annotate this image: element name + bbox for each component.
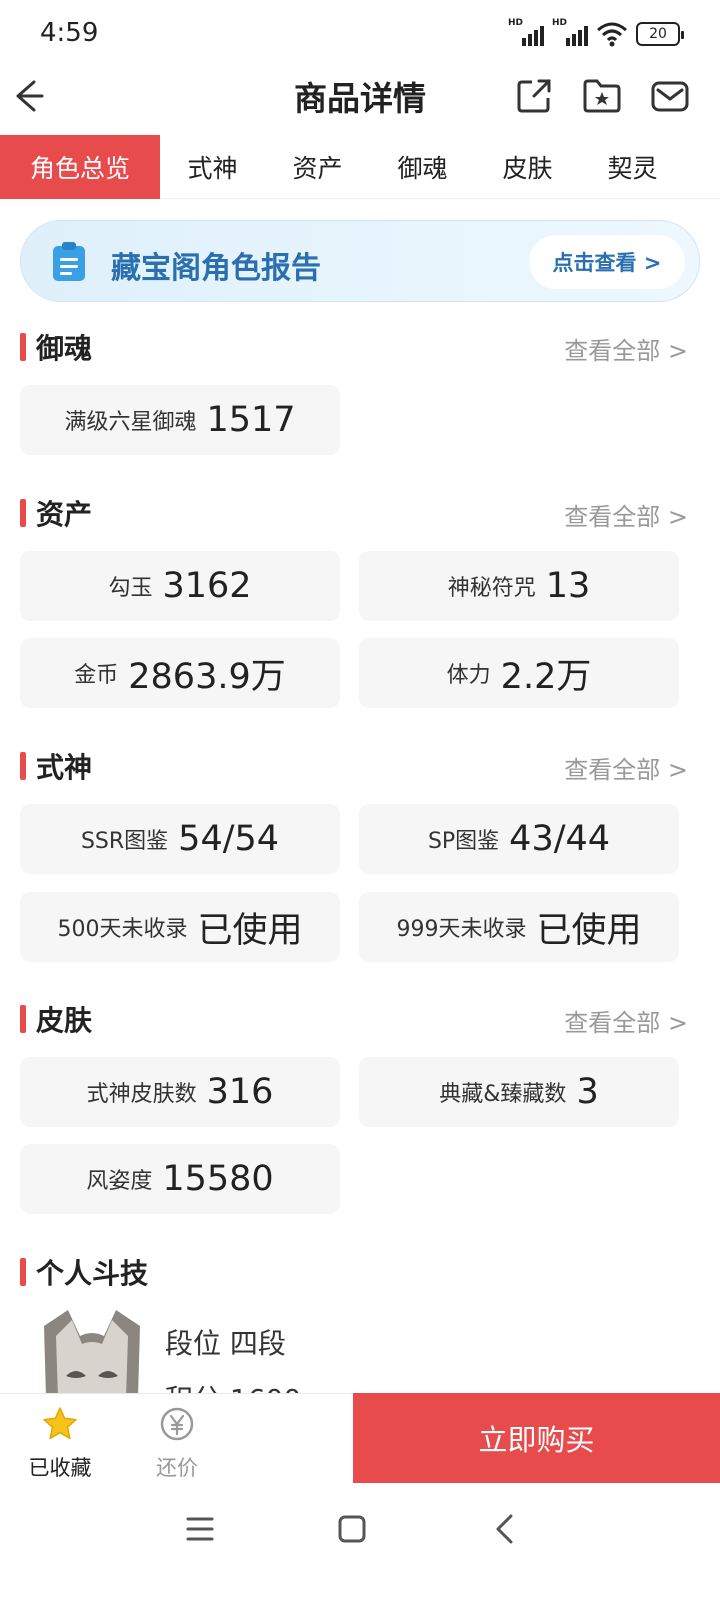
stat-label: 999天未收录 xyxy=(396,917,527,942)
stat-card: SP图鉴 43/44 xyxy=(359,804,679,874)
stat-value: 15580 xyxy=(162,1159,274,1199)
stat-value: 已使用 xyxy=(536,910,642,951)
stat-card: 999天未收录 已使用 xyxy=(359,892,679,962)
view-all-link[interactable]: 查看全部 > xyxy=(564,331,688,366)
stat-value: 2863.9万 xyxy=(128,656,286,697)
yen-icon xyxy=(160,1407,194,1441)
section-title: 式神 xyxy=(36,751,93,784)
section-header-yuhun: 御魂 查看全部 > xyxy=(20,327,700,367)
stat-value: 54/54 xyxy=(178,819,280,859)
tab-overview[interactable]: 角色总览 xyxy=(0,135,160,199)
section-header-skins: 皮肤 查看全部 > xyxy=(20,999,700,1039)
stat-label: 风姿度 xyxy=(86,1169,153,1194)
stat-label: SP图鉴 xyxy=(427,829,500,854)
bargain-label: 还价 xyxy=(156,1456,198,1480)
section-accent-bar xyxy=(20,752,26,780)
section-accent-bar xyxy=(20,499,26,527)
stat-value: 316 xyxy=(206,1072,274,1112)
section-header-pvp: 个人斗技 xyxy=(20,1252,700,1292)
stat-card: SSR图鉴 54/54 xyxy=(20,804,340,874)
folder-star-icon[interactable] xyxy=(580,74,624,118)
hd-label: HD xyxy=(552,18,568,28)
stat-value: 3 xyxy=(576,1072,599,1112)
stat-value: 3162 xyxy=(162,566,252,606)
stat-card: 体力 2.2万 xyxy=(359,638,679,708)
view-all-link[interactable]: 查看全部 > xyxy=(564,750,688,785)
status-bar: 4:59 HD HD 20 xyxy=(0,0,720,64)
battery-icon: 20 xyxy=(636,22,684,46)
tab-skins[interactable]: 皮肤 xyxy=(475,135,580,199)
view-report-button[interactable]: 点击查看 > xyxy=(529,235,685,289)
menu-icon[interactable] xyxy=(180,1509,220,1549)
stat-label: 勾玉 xyxy=(108,576,153,601)
fox-mask-avatar xyxy=(44,1310,140,1398)
view-all-link[interactable]: 查看全部 > xyxy=(564,1003,688,1038)
share-icon[interactable] xyxy=(512,74,556,118)
stat-card: 神秘符咒 13 xyxy=(359,551,679,621)
section-title: 皮肤 xyxy=(36,1004,93,1037)
stat-card: 金币 2863.9万 xyxy=(20,638,340,708)
stat-label: 典藏&臻藏数 xyxy=(439,1082,567,1107)
stat-value: 1517 xyxy=(206,400,296,440)
section-accent-bar xyxy=(20,333,26,361)
signal-icon: HD xyxy=(508,18,544,48)
clipboard-icon xyxy=(53,242,85,281)
stat-label: SSR图鉴 xyxy=(80,829,169,854)
buy-now-button[interactable]: 立即购买 xyxy=(353,1393,720,1483)
stat-value: 2.2万 xyxy=(500,656,592,697)
section-accent-bar xyxy=(20,1258,26,1286)
stat-label: 500天未收录 xyxy=(57,917,188,942)
stat-label: 满级六星御魂 xyxy=(64,410,197,435)
star-icon xyxy=(43,1407,77,1440)
section-title: 御魂 xyxy=(36,332,93,365)
banner-title: 藏宝阁角色报告 xyxy=(111,251,321,286)
stat-label: 神秘符咒 xyxy=(447,576,536,601)
wifi-icon xyxy=(597,22,627,47)
system-nav-bar xyxy=(0,1485,720,1600)
tab-contract-spirits[interactable]: 契灵 xyxy=(580,135,685,199)
battery-level: 20 xyxy=(649,26,667,42)
hd-label: HD xyxy=(508,18,524,28)
stat-card: 500天未收录 已使用 xyxy=(20,892,340,962)
bargain-button[interactable]: 还价 xyxy=(127,1402,227,1482)
status-time: 4:59 xyxy=(40,18,99,48)
tab-bar: 角色总览 式神 资产 御魂 皮肤 契灵 xyxy=(0,135,720,199)
favorite-label: 已收藏 xyxy=(28,1456,92,1480)
section-title: 资产 xyxy=(36,498,93,531)
stat-card: 勾玉 3162 xyxy=(20,551,340,621)
mail-icon[interactable] xyxy=(648,74,692,118)
stat-label: 金币 xyxy=(74,663,119,688)
favorite-button[interactable]: 已收藏 xyxy=(10,1402,110,1482)
view-all-link[interactable]: 查看全部 > xyxy=(564,497,688,532)
section-header-shikigami: 式神 查看全部 > xyxy=(20,746,700,786)
nav-bar: 商品详情 xyxy=(0,64,720,132)
signal-icon: HD xyxy=(552,18,588,48)
pvp-rank: 段位 四段 xyxy=(165,1327,286,1360)
stat-label: 式神皮肤数 xyxy=(86,1082,197,1107)
section-title: 个人斗技 xyxy=(36,1257,149,1290)
stat-value: 已使用 xyxy=(197,910,303,951)
tab-shikigami[interactable]: 式神 xyxy=(160,135,265,199)
tab-yuhun[interactable]: 御魂 xyxy=(370,135,475,199)
stat-card: 典藏&臻藏数 3 xyxy=(359,1057,679,1127)
stat-value: 43/44 xyxy=(509,819,611,859)
stat-card: 满级六星御魂 1517 xyxy=(20,385,340,455)
stat-label: 体力 xyxy=(446,663,491,688)
home-icon[interactable] xyxy=(332,1509,372,1549)
role-report-banner[interactable]: 藏宝阁角色报告 点击查看 > xyxy=(20,220,700,302)
section-header-assets: 资产 查看全部 > xyxy=(20,493,700,533)
stat-card: 式神皮肤数 316 xyxy=(20,1057,340,1127)
section-accent-bar xyxy=(20,1005,26,1033)
status-icons: HD HD 20 xyxy=(508,18,684,48)
back-triangle-icon[interactable] xyxy=(485,1509,525,1549)
tab-assets[interactable]: 资产 xyxy=(265,135,370,199)
stat-card: 风姿度 15580 xyxy=(20,1144,340,1214)
stat-value: 13 xyxy=(545,566,591,606)
